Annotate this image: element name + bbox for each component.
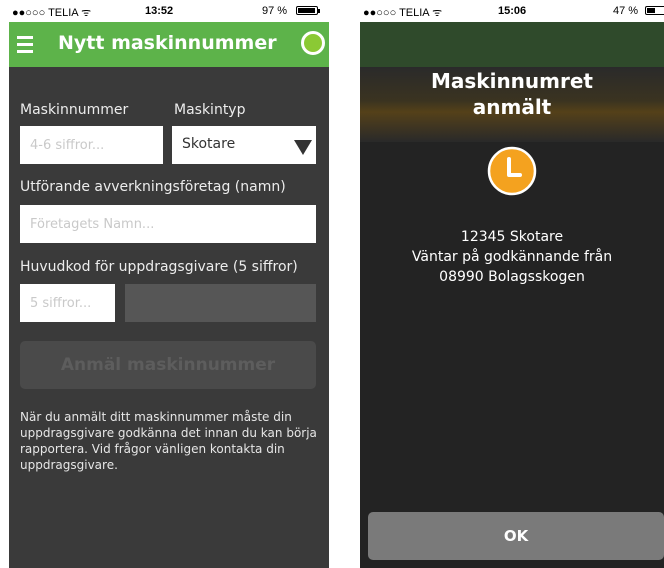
clock-time: 15:06 — [498, 5, 527, 17]
confirmation-screen: ●●○○○ TELIA ᯤ 15:06 47 % Maskinnumret an… — [360, 0, 664, 568]
battery-tip — [318, 9, 320, 13]
green-status-dot-icon — [301, 31, 325, 55]
company-label: Utförande avverkningsföretag (namn) — [20, 179, 286, 195]
ok-button[interactable]: OK — [368, 512, 664, 560]
blurred-header — [360, 22, 664, 67]
hamburger-menu-icon[interactable] — [12, 29, 46, 61]
machine-number-label: Maskinnummer — [20, 102, 129, 118]
pending-approval-text: Väntar på godkännande från — [411, 249, 613, 265]
client-name-field — [125, 284, 316, 322]
clock-icon — [487, 146, 537, 196]
clock-time: 13:52 — [145, 5, 174, 17]
modal-title-line1: Maskinnumret — [430, 69, 593, 93]
status-bar: ●●○○○ TELIA ᯤ 13:52 97 % — [9, 0, 329, 22]
modal-title-line2: anmält — [472, 95, 552, 119]
battery-icon — [645, 6, 664, 15]
battery-icon — [296, 6, 318, 15]
client-code-input[interactable] — [20, 284, 115, 322]
app-header: Nytt maskinnummer — [9, 22, 329, 67]
client-code-label: Huvudkod för uppdragsgivare (5 siffror) — [20, 259, 298, 275]
carrier-label: ●●○○○ TELIA ᯤ — [363, 7, 443, 19]
machine-summary: 12345 Skotare — [460, 229, 564, 245]
battery-percent: 47 % — [613, 5, 639, 17]
register-machine-button[interactable]: Anmäl maskinnummer — [20, 341, 316, 389]
machine-type-label: Maskintyp — [174, 102, 246, 118]
battery-percent: 97 % — [262, 5, 288, 17]
machine-type-select[interactable]: Skotare — [172, 126, 316, 164]
machine-type-value: Skotare — [182, 136, 236, 152]
modal-title: Maskinnumret anmält — [360, 68, 664, 120]
modal-message: 12345 Skotare Väntar på godkännande från… — [360, 227, 664, 287]
dropdown-arrow-icon — [294, 140, 312, 155]
status-bar: ●●○○○ TELIA ᯤ 15:06 47 % — [360, 0, 664, 22]
machine-number-input[interactable] — [20, 126, 163, 164]
page-title: Nytt maskinnummer — [58, 32, 277, 54]
client-summary: 08990 Bolagsskogen — [439, 269, 585, 285]
connection-status — [295, 28, 329, 62]
carrier-label: ●●○○○ TELIA ᯤ — [12, 7, 92, 19]
info-text: När du anmält ditt maskinnummer måste di… — [20, 410, 317, 472]
register-machine-screen: ●●○○○ TELIA ᯤ 13:52 97 % Nytt maskinnumm… — [9, 0, 329, 568]
company-name-input[interactable] — [20, 205, 316, 243]
